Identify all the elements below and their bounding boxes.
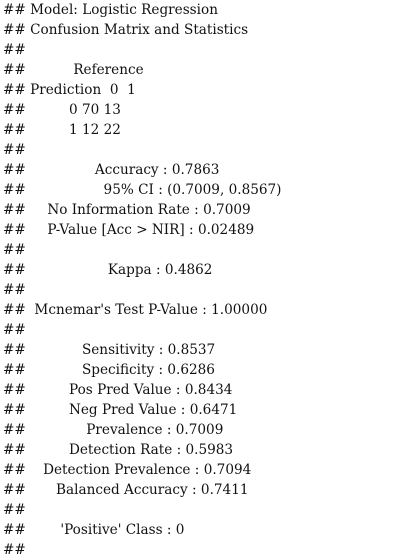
console-line: ## Pos Pred Value : 0.8434: [0, 380, 406, 400]
line-prefix: ##: [3, 2, 26, 18]
line-prefix: ##: [3, 482, 26, 498]
line-text: Prediction 0 1: [25, 82, 136, 98]
line-text: 0 70 13: [25, 102, 121, 118]
console-line: ## Accuracy : 0.7863: [0, 160, 406, 180]
line-prefix: ##: [3, 162, 26, 178]
console-line: ## Detection Rate : 0.5983: [0, 440, 406, 460]
line-prefix: ##: [3, 322, 26, 338]
line-prefix: ##: [3, 62, 26, 78]
console-line: ## Neg Pred Value : 0.6471: [0, 400, 406, 420]
line-prefix: ##: [3, 542, 26, 558]
line-text: 'Positive' Class : 0: [25, 522, 185, 538]
line-prefix: ##: [3, 202, 26, 218]
line-prefix: ##: [3, 102, 26, 118]
console-line: ## 'Positive' Class : 0: [0, 520, 406, 540]
line-prefix: ##: [3, 342, 26, 358]
console-line: ## P-Value [Acc > NIR] : 0.02489: [0, 220, 406, 240]
line-text: Pos Pred Value : 0.8434: [25, 382, 233, 398]
console-line: ##: [0, 240, 406, 260]
line-prefix: ##: [3, 302, 26, 318]
console-line: ## Prediction 0 1: [0, 80, 406, 100]
console-line: ## Sensitivity : 0.8537: [0, 340, 406, 360]
console-line: ## Reference: [0, 60, 406, 80]
line-prefix: ##: [3, 462, 26, 478]
console-line: ## Balanced Accuracy : 0.7411: [0, 480, 406, 500]
console-line: ## Specificity : 0.6286: [0, 360, 406, 380]
line-text: No Information Rate : 0.7009: [25, 202, 251, 218]
line-text: Detection Rate : 0.5983: [25, 442, 234, 458]
line-prefix: ##: [3, 422, 26, 438]
line-text: Confusion Matrix and Statistics: [25, 22, 249, 38]
line-text: Kappa : 0.4862: [25, 262, 213, 278]
line-text: Neg Pred Value : 0.6471: [25, 402, 238, 418]
line-prefix: ##: [3, 42, 26, 58]
line-text: 95% CI : (0.7009, 0.8567): [25, 182, 282, 198]
line-text: Detection Prevalence : 0.7094: [25, 462, 252, 478]
line-text: Accuracy : 0.7863: [25, 162, 220, 178]
line-prefix: ##: [3, 182, 26, 198]
console-line: ## 95% CI : (0.7009, 0.8567): [0, 180, 406, 200]
console-line: ##: [0, 320, 406, 340]
console-line: ##: [0, 540, 406, 560]
line-text: 1 12 22: [25, 122, 121, 138]
console-line: ## Detection Prevalence : 0.7094: [0, 460, 406, 480]
line-prefix: ##: [3, 262, 26, 278]
line-prefix: ##: [3, 442, 26, 458]
line-text: Balanced Accuracy : 0.7411: [25, 482, 249, 498]
console-output: ## Model: Logistic Regression ## Confusi…: [0, 0, 406, 558]
console-line: ##: [0, 500, 406, 520]
console-line: ##: [0, 140, 406, 160]
line-text: Mcnemar's Test P-Value : 1.00000: [25, 302, 268, 318]
console-line: ## Kappa : 0.4862: [0, 260, 406, 280]
line-prefix: ##: [3, 522, 26, 538]
console-line: ## Model: Logistic Regression: [0, 0, 406, 20]
console-line: ##: [0, 280, 406, 300]
line-text: Model: Logistic Regression: [25, 2, 218, 18]
line-text: Prevalence : 0.7009: [25, 422, 224, 438]
line-prefix: ##: [3, 362, 26, 378]
line-prefix: ##: [3, 222, 26, 238]
line-prefix: ##: [3, 502, 26, 518]
line-text: Specificity : 0.6286: [25, 362, 215, 378]
line-prefix: ##: [3, 402, 26, 418]
line-prefix: ##: [3, 142, 26, 158]
line-prefix: ##: [3, 282, 26, 298]
line-prefix: ##: [3, 382, 26, 398]
console-line: ## 0 70 13: [0, 100, 406, 120]
line-prefix: ##: [3, 122, 26, 138]
console-line: ## Prevalence : 0.7009: [0, 420, 406, 440]
console-line: ## Confusion Matrix and Statistics: [0, 20, 406, 40]
line-prefix: ##: [3, 82, 26, 98]
console-line: ## Mcnemar's Test P-Value : 1.00000: [0, 300, 406, 320]
line-text: Sensitivity : 0.8537: [25, 342, 216, 358]
line-prefix: ##: [3, 22, 26, 38]
console-line: ## No Information Rate : 0.7009: [0, 200, 406, 220]
line-prefix: ##: [3, 242, 26, 258]
line-text: Reference: [25, 62, 144, 78]
console-line: ##: [0, 40, 406, 60]
console-line: ## 1 12 22: [0, 120, 406, 140]
line-text: P-Value [Acc > NIR] : 0.02489: [25, 222, 255, 238]
